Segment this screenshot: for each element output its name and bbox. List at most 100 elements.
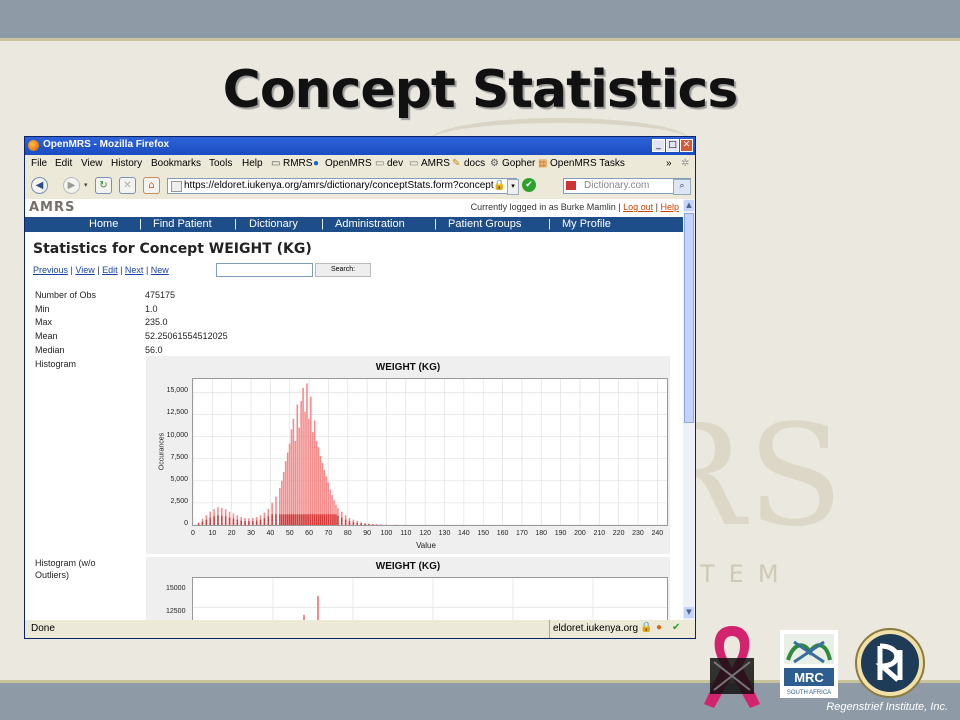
forward-button[interactable]: ▶ [63, 177, 80, 194]
x-tick-label: 70 [324, 530, 333, 537]
bookmark-gopher[interactable]: Gopher [502, 158, 535, 169]
chart-plot-area [192, 378, 668, 526]
url-dropdown-icon[interactable]: ▾ [507, 179, 519, 195]
scroll-up-icon[interactable]: ▲ [684, 200, 694, 211]
minimize-button[interactable]: _ [652, 139, 665, 152]
x-tick-label: 90 [363, 530, 371, 537]
stop-icon[interactable]: ✕ [119, 177, 136, 194]
history-dropdown-icon[interactable]: ▾ [84, 181, 88, 189]
histogram-bar-dense [236, 519, 239, 525]
menu-history[interactable]: History [111, 158, 142, 169]
histogram-bar-dense [288, 514, 291, 525]
close-button[interactable]: ✕ [680, 139, 693, 152]
stat-value: 56.0 [145, 345, 163, 355]
histogram-bar [308, 418, 310, 525]
histogram-bar-dense [311, 514, 314, 525]
amrs-logo[interactable]: AMRS [29, 200, 75, 215]
view-link[interactable]: View [75, 265, 94, 275]
user-info: Currently logged in as Burke Mamlin | Lo… [470, 202, 679, 212]
histogram-bar-dense [240, 520, 242, 525]
histogram-bar [294, 440, 297, 525]
folder-icon: ▭ [409, 158, 419, 169]
gopher-icon: ⚙ [490, 158, 499, 169]
concept-search-button[interactable]: Search: [315, 263, 371, 277]
histogram-bar-dense [371, 524, 374, 525]
histogram-bar [311, 432, 314, 525]
menu-view[interactable]: View [81, 158, 103, 169]
stat-value: 235.0 [145, 317, 168, 327]
maximize-button[interactable]: □ [666, 139, 679, 152]
histogram-chart: WEIGHT (KG) Occurances Value 0 10 20 30 40 50… [146, 356, 670, 554]
search-icon[interactable]: ⌕ [673, 179, 691, 195]
y-tick-label: 10,000 [166, 431, 188, 439]
histogram-bar [288, 443, 291, 525]
menu-edit[interactable]: Edit [55, 158, 72, 169]
stat-label: Max [35, 317, 53, 327]
reload-icon[interactable]: ↻ [95, 177, 112, 194]
edit-link[interactable]: Edit [102, 265, 118, 275]
menu-help[interactable]: Help [242, 158, 263, 169]
histogram-bar [296, 404, 299, 525]
x-tick-label: 40 [266, 530, 275, 537]
histogram-bar-dense [335, 514, 337, 525]
histogram-bar [302, 387, 304, 525]
slide-title: Concept Statistics [222, 60, 739, 120]
new-link[interactable]: New [151, 265, 169, 275]
histogram-bar-dense [327, 514, 330, 525]
help-link[interactable]: Help [660, 202, 679, 212]
nav-administration[interactable]: Administration [335, 218, 405, 230]
credit-text: Regenstrief Institute, Inc. [826, 701, 948, 713]
previous-link[interactable]: Previous [33, 265, 68, 275]
histogram-bar-dense [255, 520, 258, 525]
histogram-bar-dense [341, 517, 343, 525]
slide-top-band [0, 0, 960, 38]
histogram-bar [310, 396, 312, 525]
histogram2-label: Histogram (w/o Outliers) [35, 558, 96, 580]
histogram-no-outliers-chart: WEIGHT (KG) 15000 12500 [146, 557, 670, 620]
search-engine-icon[interactable] [566, 181, 576, 190]
bookmark-amrs[interactable]: AMRS [421, 158, 450, 169]
bookmark-rmrs[interactable]: RMRS [283, 158, 312, 169]
vertical-scrollbar[interactable]: ▲ ▼ [683, 199, 695, 620]
nav-patient-groups[interactable]: Patient Groups [448, 218, 521, 230]
concept-search-input[interactable] [216, 263, 313, 277]
histogram-bar-dense [267, 516, 270, 525]
amrs-header: AMRS Currently logged in as Burke Mamlin… [25, 199, 683, 216]
nav-dictionary[interactable]: Dictionary [249, 218, 298, 230]
bookmark-docs[interactable]: docs [464, 158, 485, 169]
nav-find-patient[interactable]: Find Patient [153, 218, 212, 230]
menu-file[interactable]: File [31, 158, 47, 169]
back-button[interactable]: ◀ [31, 177, 48, 194]
search-field[interactable]: Dictionary.com [563, 178, 691, 194]
x-tick-label: 30 [247, 530, 255, 537]
histogram-bar-dense [331, 514, 333, 525]
y-tick-label: 0 [184, 520, 188, 527]
histogram-bar-dense [304, 514, 306, 525]
menu-bookmarks[interactable]: Bookmarks [151, 158, 201, 169]
nav-home[interactable]: Home [89, 218, 118, 230]
histogram-bar-dense [205, 519, 208, 525]
histogram-bar-dense [252, 521, 254, 525]
histogram-svg [192, 379, 667, 526]
concept-links: Previous | View | Edit | Next | New [33, 265, 169, 275]
chevron-right-icon[interactable]: » [666, 158, 672, 169]
go-icon[interactable]: ✔ [522, 178, 536, 192]
nav-my-profile[interactable]: My Profile [562, 218, 611, 230]
y-tick-label: 12500 [166, 608, 186, 615]
scrollbar-thumb[interactable] [684, 213, 694, 423]
bookmark-dev[interactable]: dev [387, 158, 403, 169]
menu-tools[interactable]: Tools [209, 158, 232, 169]
histogram-bar-dense [302, 514, 304, 525]
logout-link[interactable]: Log out [623, 202, 653, 212]
histogram-bar-dense [228, 517, 231, 525]
lock-icon: 🔒 [493, 180, 506, 191]
url-field[interactable]: https://eldoret.iukenya.org/amrs/diction… [167, 178, 517, 194]
histogram-bar-dense [356, 522, 359, 525]
histogram-bar-dense [282, 514, 285, 525]
bookmark-openmrs[interactable]: OpenMRS [325, 158, 372, 169]
y-tick-label: 15000 [166, 585, 186, 592]
home-icon[interactable]: ⌂ [143, 177, 160, 194]
next-link[interactable]: Next [125, 265, 144, 275]
bookmark-openmrs-tasks[interactable]: OpenMRS Tasks [550, 158, 625, 169]
scroll-down-icon[interactable]: ▼ [684, 607, 694, 618]
